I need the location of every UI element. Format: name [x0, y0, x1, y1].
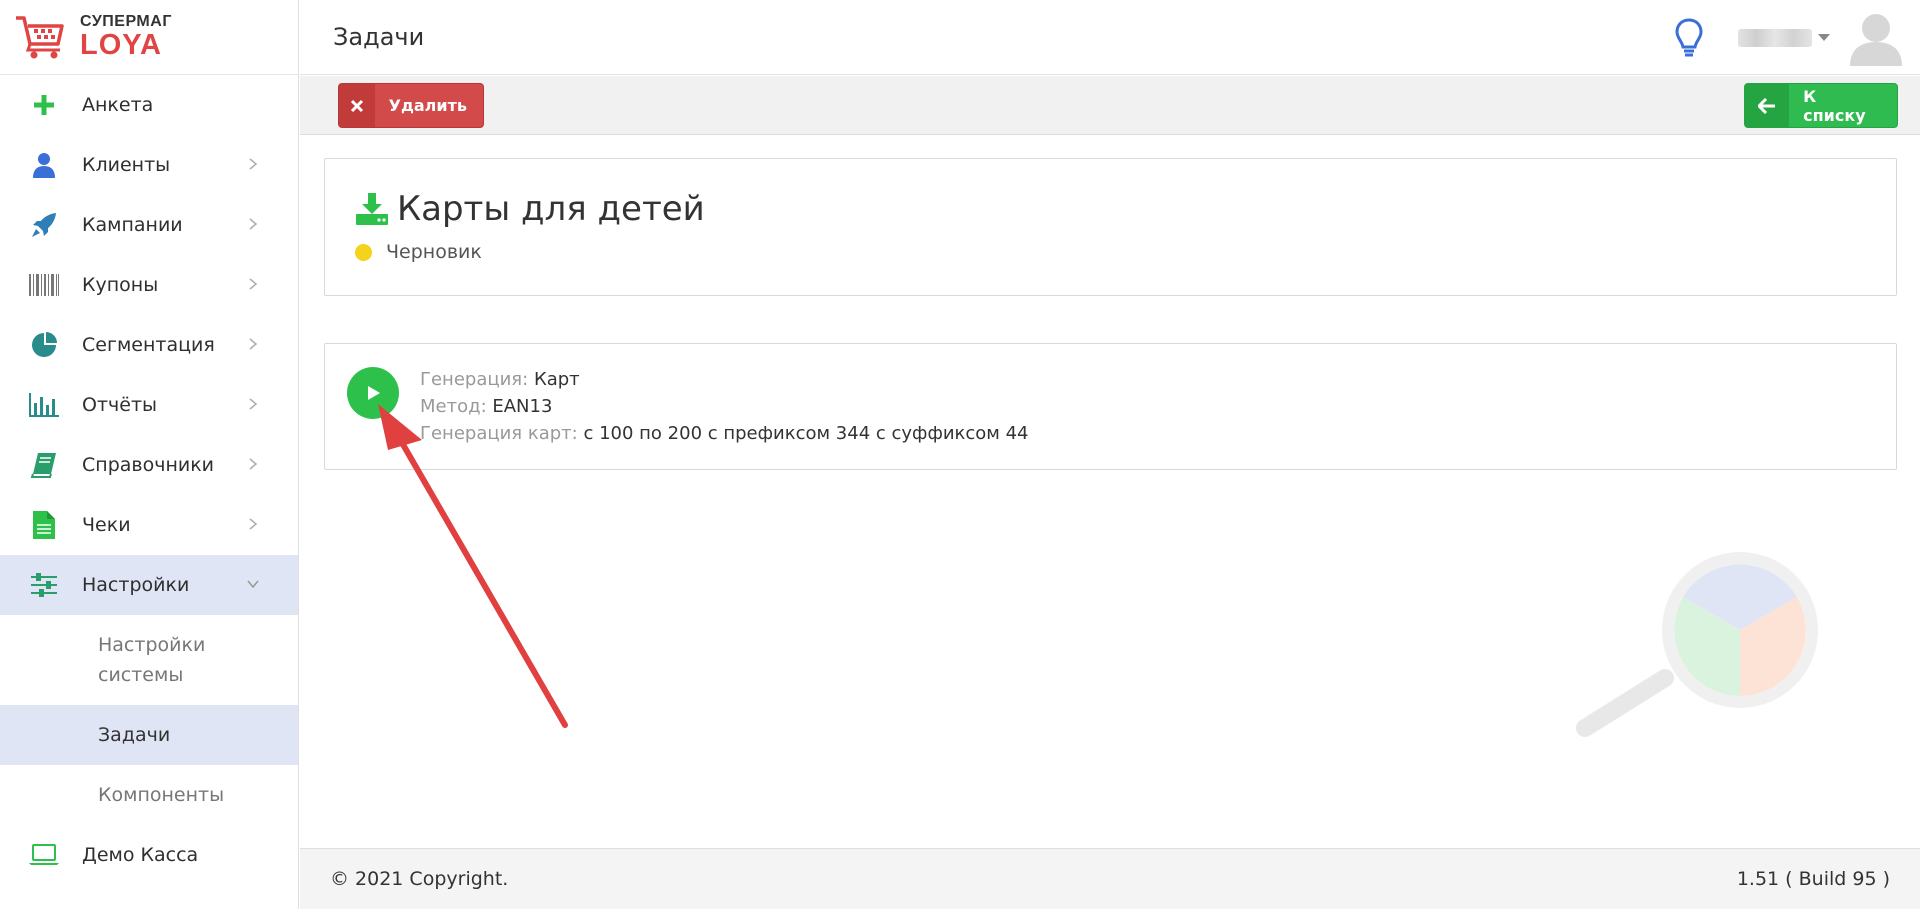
task-header-card: Карты для детей Черновик: [324, 158, 1897, 296]
chevron-right-icon: [249, 518, 258, 530]
brand-name-bottom: LOYA: [80, 29, 162, 61]
sidebar-item-receipts[interactable]: Чеки: [0, 495, 298, 555]
copyright-text: © 2021 Copyright.: [330, 868, 509, 890]
document-icon: [29, 510, 59, 540]
book-icon: [29, 450, 59, 480]
arrow-left-icon: [1745, 84, 1790, 127]
detail-row: Генерация: Карт: [420, 369, 580, 390]
sidebar-subitem-components[interactable]: Компоненты: [0, 765, 298, 825]
sidebar-item-settings[interactable]: Настройки: [0, 555, 298, 615]
logo[interactable]: СУПЕРМАГ LOYA: [0, 0, 298, 75]
close-icon: [339, 84, 375, 127]
download-icon: [356, 193, 388, 225]
back-to-list-button[interactable]: К списку: [1744, 83, 1898, 128]
sidebar-item-clients[interactable]: Клиенты: [0, 135, 298, 195]
chevron-right-icon: [249, 338, 258, 350]
sidebar-item-label: Кампании: [82, 214, 183, 236]
status-text: Черновик: [386, 241, 482, 263]
sliders-icon: [29, 570, 59, 600]
status-dot: [355, 243, 372, 261]
sidebar-item-label: Отчёты: [82, 394, 158, 416]
laptop-icon: [29, 840, 59, 870]
chevron-right-icon: [249, 398, 258, 410]
cart-logo-icon: [16, 16, 64, 59]
sidebar-item-label: Чеки: [82, 514, 131, 536]
sidebar-item-campaigns[interactable]: Кампании: [0, 195, 298, 255]
sidebar-item-reports[interactable]: Отчёты: [0, 375, 298, 435]
sidebar-subitem-system-settings[interactable]: Настройки системы: [0, 615, 240, 705]
sidebar-item-directories[interactable]: Справочники: [0, 435, 298, 495]
sidebar-item-label: Справочники: [82, 454, 215, 476]
magnifier-pie-watermark-icon: [1576, 552, 1818, 737]
brand-name-top: СУПЕРМАГ: [80, 13, 172, 30]
page-title: Задачи: [333, 23, 425, 51]
annotation-arrow: [378, 404, 568, 728]
lightbulb-icon[interactable]: [1674, 17, 1704, 59]
sidebar-item-label: Демо Касса: [82, 844, 199, 866]
top-header: Задачи: [300, 0, 1920, 75]
chevron-right-icon: [249, 158, 258, 170]
sidebar-item-label: Настройки: [82, 574, 190, 596]
back-to-list-label: К списку: [1803, 86, 1866, 125]
footer: © 2021 Copyright. 1.51 ( Build 95 ): [300, 848, 1920, 909]
sidebar-item-label: Купоны: [82, 274, 159, 296]
plus-icon: [29, 90, 59, 120]
sidebar: СУПЕРМАГ LOYA Анкета Клиенты Кампании Ку…: [0, 0, 299, 909]
chevron-right-icon: [249, 218, 258, 230]
version-text: 1.51 ( Build 95 ): [1736, 868, 1890, 890]
delete-button[interactable]: Удалить: [338, 83, 484, 128]
barcode-icon: [29, 270, 59, 300]
sidebar-item-demo-cash[interactable]: Демо Касса: [0, 825, 298, 885]
caret-down-icon[interactable]: [1818, 33, 1830, 42]
pie-chart-icon: [29, 330, 59, 360]
status-badge: Черновик: [355, 241, 482, 263]
bar-chart-icon: [29, 390, 59, 420]
rocket-icon: [29, 210, 59, 240]
action-toolbar: Удалить К списку: [300, 76, 1920, 135]
user-name-blurred[interactable]: [1738, 28, 1812, 47]
sidebar-item-label: Сегментация: [82, 334, 215, 356]
delete-button-label: Удалить: [388, 96, 467, 115]
sidebar-item-label: Клиенты: [82, 154, 171, 176]
chevron-right-icon: [249, 278, 258, 290]
chevron-right-icon: [249, 458, 258, 470]
sidebar-item-label: Анкета: [82, 94, 154, 116]
sidebar-item-anketa[interactable]: Анкета: [0, 75, 298, 135]
user-icon: [29, 150, 59, 180]
task-title: Карты для детей: [397, 189, 705, 229]
chevron-down-icon: [247, 580, 259, 589]
sidebar-item-coupons[interactable]: Купоны: [0, 255, 298, 315]
sidebar-subitem-tasks[interactable]: Задачи: [0, 705, 298, 765]
avatar[interactable]: [1850, 10, 1902, 66]
sidebar-item-segmentation[interactable]: Сегментация: [0, 315, 298, 375]
